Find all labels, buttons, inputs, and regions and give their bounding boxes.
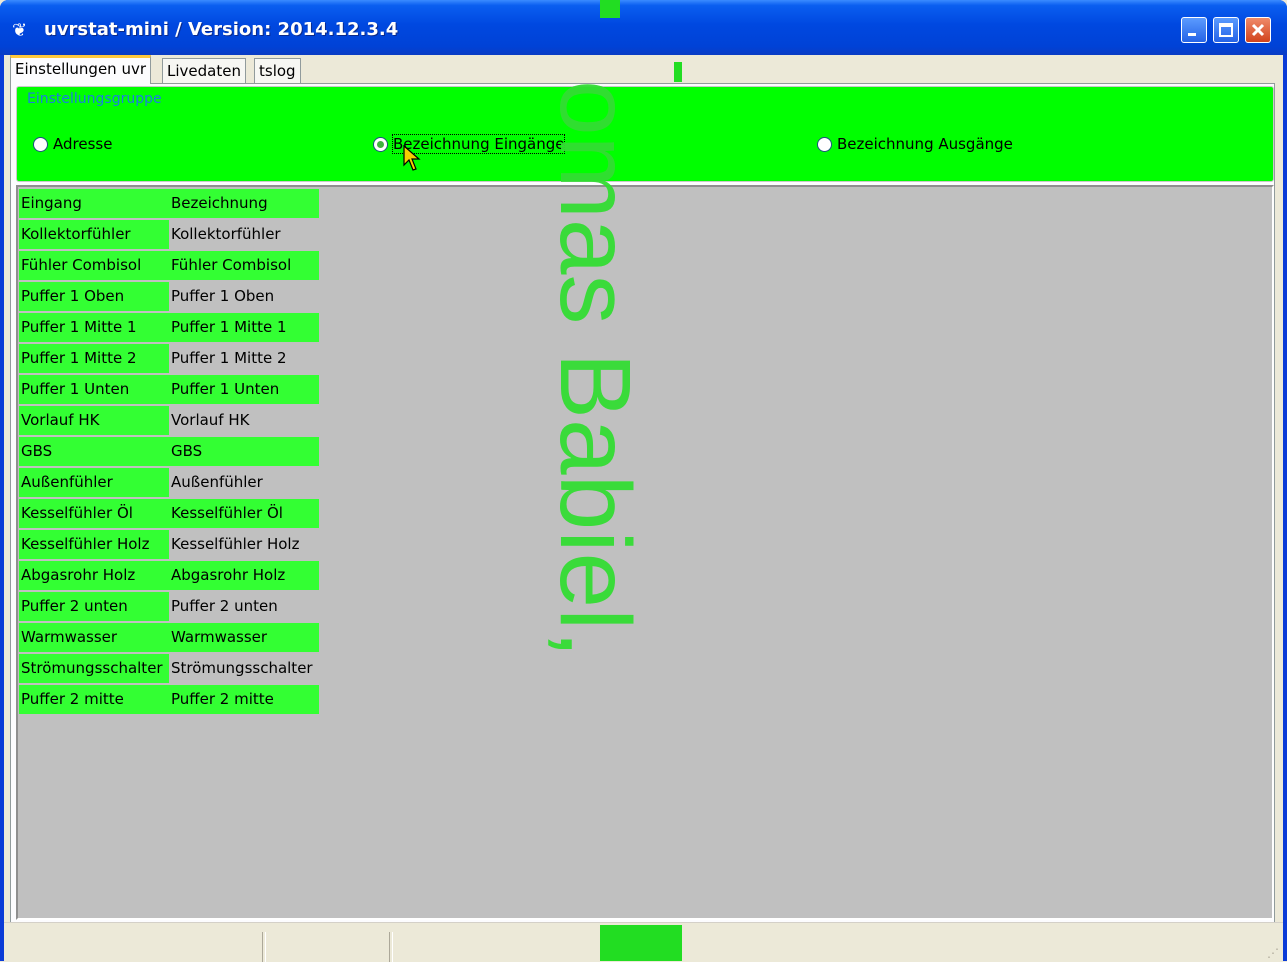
input-name-cell: GBS [19,437,169,466]
input-name-cell: Vorlauf HK [19,406,169,435]
label-edit-cell[interactable]: Warmwasser [169,623,319,652]
column-header-bezeichnung[interactable]: Bezeichnung [169,189,319,218]
table-row: Puffer 1 Mitte 1 Puffer 1 Mitte 1 [19,313,319,344]
label-edit-cell[interactable]: Puffer 1 Unten [169,375,319,404]
input-name-cell: Strömungsschalter [19,654,169,683]
input-name-cell: Außenfühler [19,468,169,497]
label-edit-cell[interactable]: GBS [169,437,319,466]
table-row: Puffer 1 Oben Puffer 1 Oben [19,282,319,313]
close-icon [1251,23,1265,37]
input-name-cell: Kesselfühler Öl [19,499,169,528]
table-row: Puffer 1 Unten Puffer 1 Unten [19,375,319,406]
maximize-button[interactable] [1213,17,1239,43]
resize-grip-icon[interactable]: ⋰ [1267,946,1279,960]
label-edit-cell[interactable]: Kesselfühler Öl [169,499,319,528]
table-row: Kollektorfühler Kollektorfühler [19,220,319,251]
radio-circle-icon[interactable] [33,137,48,152]
label-edit-cell[interactable]: Vorlauf HK [169,406,319,435]
app-icon[interactable]: ❦ [12,22,34,40]
tab-tslog[interactable]: tslog [254,58,301,84]
label-edit-cell[interactable]: Puffer 1 Oben [169,282,319,311]
tab-livedaten[interactable]: Livedaten [162,58,246,84]
window-title: uvrstat-mini / Version: 2014.12.3.4 [44,19,399,40]
label-edit-cell[interactable]: Puffer 2 unten [169,592,319,621]
table-row: Kesselfühler Holz Kesselfühler Holz [19,530,319,561]
radio-bezeichnung-ausgaenge[interactable]: Bezeichnung Ausgänge [817,135,1013,153]
input-name-cell: Puffer 1 Mitte 2 [19,344,169,373]
label-edit-cell[interactable]: Kesselfühler Holz [169,530,319,559]
column-header-eingang[interactable]: Eingang [19,189,169,218]
table-row: Puffer 2 unten Puffer 2 unten [19,592,319,623]
input-name-cell: Puffer 1 Oben [19,282,169,311]
radio-adresse[interactable]: Adresse [33,135,112,153]
status-separator [262,932,266,962]
input-name-cell: Fühler Combisol [19,251,169,280]
table-row: Abgasrohr Holz Abgasrohr Holz [19,561,319,592]
watermark-fragment [600,925,682,961]
table-row: Außenfühler Außenfühler [19,468,319,499]
table-row: GBS GBS [19,437,319,468]
table-row: Warmwasser Warmwasser [19,623,319,654]
input-name-cell: Kollektorfühler [19,220,169,249]
label-edit-cell[interactable]: Puffer 1 Mitte 1 [169,313,319,342]
table-row: Puffer 2 mitte Puffer 2 mitte [19,685,319,716]
radio-label: Adresse [53,135,113,153]
grid-header-row: Eingang Bezeichnung [19,189,319,220]
input-name-cell: Kesselfühler Holz [19,530,169,559]
table-row: Fühler Combisol Fühler Combisol [19,251,319,282]
minimize-icon [1188,33,1196,36]
label-edit-cell[interactable]: Kollektorfühler [169,220,319,249]
watermark-text: omas Babiel, [539,80,651,659]
table-row: Strömungsschalter Strömungsschalter [19,654,319,685]
radio-circle-checked-icon[interactable] [373,137,388,152]
label-edit-cell[interactable]: Abgasrohr Holz [169,561,319,590]
close-button[interactable] [1245,17,1271,43]
input-name-cell: Abgasrohr Holz [19,561,169,590]
mouse-cursor-icon [403,145,421,171]
label-edit-cell[interactable]: Außenfühler [169,468,319,497]
input-name-cell: Puffer 1 Mitte 1 [19,313,169,342]
tab-einstellungen-uvr[interactable]: Einstellungen uvr [10,55,152,84]
table-row: Kesselfühler Öl Kesselfühler Öl [19,499,319,530]
radio-bezeichnung-eingaenge[interactable]: Bezeichnung Eingänge [373,134,566,154]
label-edit-cell[interactable]: Puffer 2 mitte [169,685,319,714]
status-separator [389,932,393,962]
input-name-cell: Puffer 1 Unten [19,375,169,404]
watermark-fragment [600,0,620,18]
input-name-cell: Puffer 2 unten [19,592,169,621]
group-legend: Einstellungsgruppe [27,91,162,107]
radio-circle-icon[interactable] [817,137,832,152]
watermark-fragment [674,62,682,82]
label-edit-cell[interactable]: Fühler Combisol [169,251,319,280]
input-name-cell: Puffer 2 mitte [19,685,169,714]
input-name-cell: Warmwasser [19,623,169,652]
maximize-icon [1219,23,1233,37]
label-edit-cell[interactable]: Puffer 1 Mitte 2 [169,344,319,373]
minimize-button[interactable] [1181,17,1207,43]
table-row: Vorlauf HK Vorlauf HK [19,406,319,437]
table-row: Puffer 1 Mitte 2 Puffer 1 Mitte 2 [19,344,319,375]
radio-label: Bezeichnung Ausgänge [837,135,1013,153]
label-edit-cell[interactable]: Strömungsschalter [169,654,319,683]
title-bar[interactable]: ❦ uvrstat-mini / Version: 2014.12.3.4 [0,0,1287,55]
